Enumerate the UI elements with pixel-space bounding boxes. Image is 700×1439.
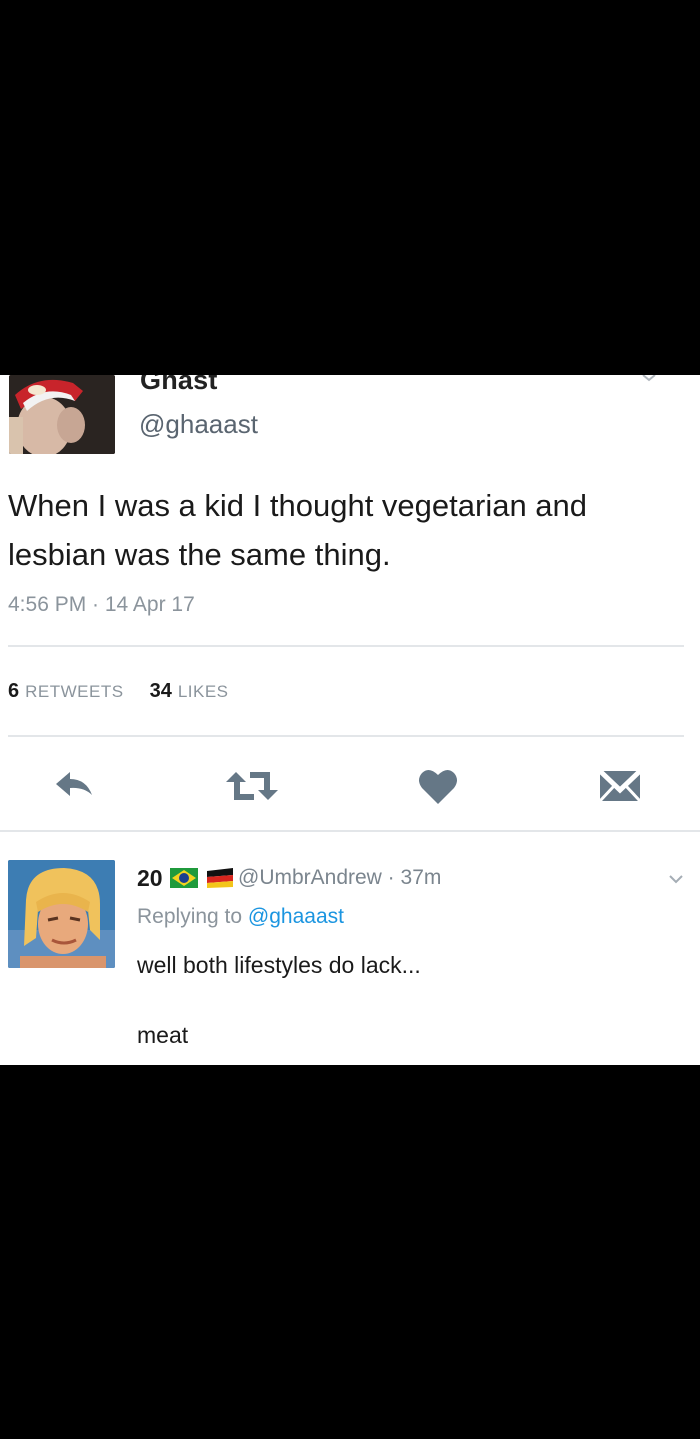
divider xyxy=(8,735,684,737)
author-avatar-image xyxy=(9,375,115,454)
reply-display-name[interactable]: 20 xyxy=(137,865,234,892)
reply-icon[interactable] xyxy=(50,762,98,810)
reply-avatar-image xyxy=(8,860,115,968)
retweet-icon[interactable] xyxy=(222,762,282,810)
replying-to-mention[interactable]: @ghaaast xyxy=(248,905,344,928)
germany-flag-icon xyxy=(207,868,234,888)
direct-message-icon[interactable] xyxy=(596,762,644,810)
replying-to-prefix: Replying to xyxy=(137,905,243,928)
engagement-stats: 6 RETWEETS 34 LIKES xyxy=(8,680,255,703)
author-handle[interactable]: @ghaaast xyxy=(139,409,258,440)
tweet-timestamp[interactable]: 4:56 PM · 14 Apr 17 xyxy=(8,593,195,617)
retweets-label[interactable]: RETWEETS xyxy=(25,682,123,702)
reply-avatar[interactable] xyxy=(8,860,115,968)
likes-count[interactable]: 34 xyxy=(150,680,172,703)
author-display-name[interactable]: Ghast xyxy=(140,375,218,396)
reply-handle-and-time[interactable]: @UmbrAndrew · 37m xyxy=(238,866,441,890)
chevron-down-icon[interactable] xyxy=(668,871,684,887)
replying-to: Replying to @ghaaast xyxy=(137,905,344,929)
chevron-down-icon[interactable] xyxy=(640,375,658,387)
reply-display-name-text: 20 xyxy=(137,865,163,891)
like-heart-icon[interactable] xyxy=(414,762,462,810)
likes-label[interactable]: LIKES xyxy=(178,682,229,702)
brazil-flag-icon xyxy=(169,868,198,888)
divider xyxy=(8,645,684,647)
reply-tweet[interactable]: 20 @UmbrAndrew · 37m Replying to @ghaaas… xyxy=(0,830,700,1065)
tweet-card: Ghast @ghaaast When I was a kid I though… xyxy=(0,375,700,1065)
retweets-count[interactable]: 6 xyxy=(8,680,19,703)
reply-text: well both lifestyles do lack... meat xyxy=(137,952,421,1048)
author-avatar[interactable] xyxy=(9,375,115,454)
tweet-text: When I was a kid I thought vegetarian an… xyxy=(8,488,588,572)
